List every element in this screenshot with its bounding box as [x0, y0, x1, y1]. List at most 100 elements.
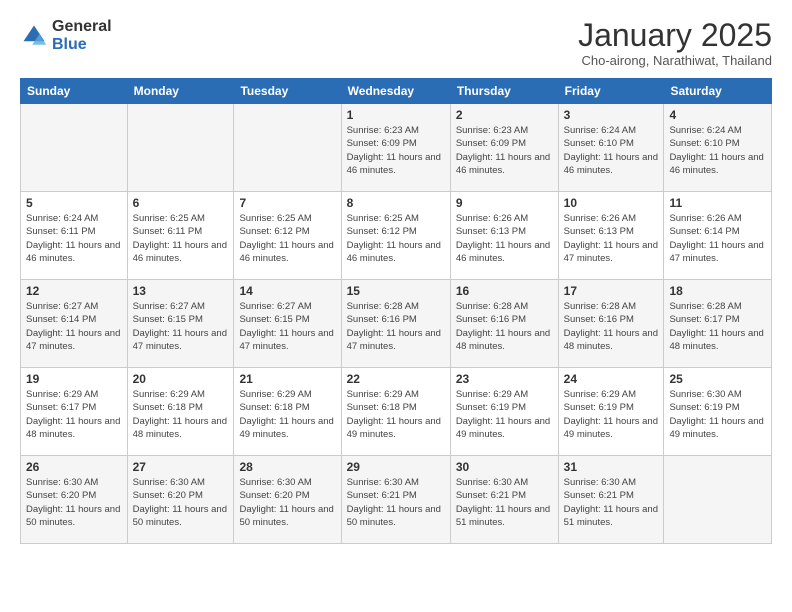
calendar-week-1: 1 Sunrise: 6:23 AM Sunset: 6:09 PM Daylig…	[21, 104, 772, 192]
day-number: 1	[347, 108, 445, 122]
calendar-cell: 13 Sunrise: 6:27 AM Sunset: 6:15 PM Dayli…	[127, 280, 234, 368]
calendar-cell: 7 Sunrise: 6:25 AM Sunset: 6:12 PM Daylig…	[234, 192, 341, 280]
col-saturday: Saturday	[664, 79, 772, 104]
logo-icon	[20, 22, 48, 50]
calendar-cell: 1 Sunrise: 6:23 AM Sunset: 6:09 PM Daylig…	[341, 104, 450, 192]
day-number: 26	[26, 460, 122, 474]
calendar-cell: 3 Sunrise: 6:24 AM Sunset: 6:10 PM Daylig…	[558, 104, 664, 192]
calendar-cell: 2 Sunrise: 6:23 AM Sunset: 6:09 PM Daylig…	[450, 104, 558, 192]
calendar-cell	[234, 104, 341, 192]
calendar-cell: 31Sunrise: 6:30 AM Sunset: 6:21 PM Dayli…	[558, 456, 664, 544]
day-info: Sunrise: 6:24 AM Sunset: 6:11 PM Dayligh…	[26, 212, 122, 265]
day-info: Sunrise: 6:25 AM Sunset: 6:12 PM Dayligh…	[239, 212, 335, 265]
day-number: 30	[456, 460, 553, 474]
col-tuesday: Tuesday	[234, 79, 341, 104]
day-number: 3	[564, 108, 659, 122]
calendar-cell: 8Sunrise: 6:25 AM Sunset: 6:12 PM Daylig…	[341, 192, 450, 280]
day-info: Sunrise: 6:27 AM Sunset: 6:15 PM Dayligh…	[133, 300, 229, 353]
day-number: 28	[239, 460, 335, 474]
day-number: 4	[669, 108, 766, 122]
day-number: 8	[347, 196, 445, 210]
title-block: January 2025 Cho-airong, Narathiwat, Tha…	[578, 18, 772, 68]
day-number: 6	[133, 196, 229, 210]
day-info: Sunrise: 6:23 AM Sunset: 6:09 PM Dayligh…	[347, 124, 445, 177]
day-number: 25	[669, 372, 766, 386]
calendar-cell: 5Sunrise: 6:24 AM Sunset: 6:11 PM Daylig…	[21, 192, 128, 280]
day-info: Sunrise: 6:24 AM Sunset: 6:10 PM Dayligh…	[564, 124, 659, 177]
day-number: 15	[347, 284, 445, 298]
day-number: 14	[239, 284, 335, 298]
col-wednesday: Wednesday	[341, 79, 450, 104]
calendar-table: Sunday Monday Tuesday Wednesday Thursday…	[20, 78, 772, 544]
day-number: 16	[456, 284, 553, 298]
calendar-cell: 17 Sunrise: 6:28 AM Sunset: 6:16 PM Dayli…	[558, 280, 664, 368]
page: General Blue January 2025 Cho-airong, Na…	[0, 0, 792, 612]
calendar-cell: 6 Sunrise: 6:25 AM Sunset: 6:11 PM Daylig…	[127, 192, 234, 280]
calendar-cell: 29 Sunrise: 6:30 AM Sunset: 6:21 PM Dayli…	[341, 456, 450, 544]
day-number: 20	[133, 372, 229, 386]
day-number: 31	[564, 460, 659, 474]
day-info: Sunrise: 6:23 AM Sunset: 6:09 PM Dayligh…	[456, 124, 553, 177]
calendar-cell: 18 Sunrise: 6:28 AM Sunset: 6:17 PM Dayli…	[664, 280, 772, 368]
day-number: 2	[456, 108, 553, 122]
day-number: 19	[26, 372, 122, 386]
day-number: 13	[133, 284, 229, 298]
day-number: 18	[669, 284, 766, 298]
day-info: Sunrise: 6:26 AM Sunset: 6:13 PM Dayligh…	[564, 212, 659, 265]
calendar-cell: 4 Sunrise: 6:24 AM Sunset: 6:10 PM Daylig…	[664, 104, 772, 192]
day-number: 9	[456, 196, 553, 210]
calendar-header-row: Sunday Monday Tuesday Wednesday Thursday…	[21, 79, 772, 104]
calendar-cell	[21, 104, 128, 192]
calendar-cell: 20 Sunrise: 6:29 AM Sunset: 6:18 PM Dayli…	[127, 368, 234, 456]
calendar-cell: 22 Sunrise: 6:29 AM Sunset: 6:18 PM Dayli…	[341, 368, 450, 456]
location-subtitle: Cho-airong, Narathiwat, Thailand	[578, 53, 772, 68]
logo: General Blue	[20, 18, 112, 53]
day-info: Sunrise: 6:30 AM Sunset: 6:20 PM Dayligh…	[26, 476, 122, 529]
day-info: Sunrise: 6:30 AM Sunset: 6:19 PM Dayligh…	[669, 388, 766, 441]
day-info: Sunrise: 6:30 AM Sunset: 6:21 PM Dayligh…	[456, 476, 553, 529]
month-title: January 2025	[578, 18, 772, 53]
day-number: 29	[347, 460, 445, 474]
calendar-cell: 14 Sunrise: 6:27 AM Sunset: 6:15 PM Dayli…	[234, 280, 341, 368]
calendar-week-5: 26 Sunrise: 6:30 AM Sunset: 6:20 PM Dayli…	[21, 456, 772, 544]
col-friday: Friday	[558, 79, 664, 104]
day-info: Sunrise: 6:29 AM Sunset: 6:19 PM Dayligh…	[564, 388, 659, 441]
calendar-cell: 9 Sunrise: 6:26 AM Sunset: 6:13 PM Daylig…	[450, 192, 558, 280]
col-thursday: Thursday	[450, 79, 558, 104]
calendar-cell: 25 Sunrise: 6:30 AM Sunset: 6:19 PM Dayli…	[664, 368, 772, 456]
day-info: Sunrise: 6:27 AM Sunset: 6:15 PM Dayligh…	[239, 300, 335, 353]
day-number: 24	[564, 372, 659, 386]
logo-general: General	[52, 18, 112, 36]
day-info: Sunrise: 6:29 AM Sunset: 6:18 PM Dayligh…	[133, 388, 229, 441]
calendar-cell: 28Sunrise: 6:30 AM Sunset: 6:20 PM Dayli…	[234, 456, 341, 544]
calendar-week-4: 19 Sunrise: 6:29 AM Sunset: 6:17 PM Dayli…	[21, 368, 772, 456]
day-info: Sunrise: 6:29 AM Sunset: 6:17 PM Dayligh…	[26, 388, 122, 441]
day-number: 7	[239, 196, 335, 210]
calendar-cell: 27Sunrise: 6:30 AM Sunset: 6:20 PM Dayli…	[127, 456, 234, 544]
day-number: 23	[456, 372, 553, 386]
day-info: Sunrise: 6:30 AM Sunset: 6:21 PM Dayligh…	[347, 476, 445, 529]
day-info: Sunrise: 6:30 AM Sunset: 6:20 PM Dayligh…	[133, 476, 229, 529]
calendar-cell: 16Sunrise: 6:28 AM Sunset: 6:16 PM Dayli…	[450, 280, 558, 368]
day-info: Sunrise: 6:29 AM Sunset: 6:18 PM Dayligh…	[347, 388, 445, 441]
day-number: 17	[564, 284, 659, 298]
day-info: Sunrise: 6:24 AM Sunset: 6:10 PM Dayligh…	[669, 124, 766, 177]
calendar-cell: 11Sunrise: 6:26 AM Sunset: 6:14 PM Dayli…	[664, 192, 772, 280]
day-number: 10	[564, 196, 659, 210]
calendar-cell: 19 Sunrise: 6:29 AM Sunset: 6:17 PM Dayli…	[21, 368, 128, 456]
day-number: 22	[347, 372, 445, 386]
calendar-cell: 21Sunrise: 6:29 AM Sunset: 6:18 PM Dayli…	[234, 368, 341, 456]
calendar-cell: 24 Sunrise: 6:29 AM Sunset: 6:19 PM Dayli…	[558, 368, 664, 456]
day-info: Sunrise: 6:26 AM Sunset: 6:13 PM Dayligh…	[456, 212, 553, 265]
calendar-cell	[664, 456, 772, 544]
day-number: 11	[669, 196, 766, 210]
day-number: 21	[239, 372, 335, 386]
calendar-cell: 12Sunrise: 6:27 AM Sunset: 6:14 PM Dayli…	[21, 280, 128, 368]
logo-text: General Blue	[52, 18, 112, 53]
day-info: Sunrise: 6:28 AM Sunset: 6:17 PM Dayligh…	[669, 300, 766, 353]
day-info: Sunrise: 6:29 AM Sunset: 6:19 PM Dayligh…	[456, 388, 553, 441]
calendar-cell: 23 Sunrise: 6:29 AM Sunset: 6:19 PM Dayli…	[450, 368, 558, 456]
day-info: Sunrise: 6:28 AM Sunset: 6:16 PM Dayligh…	[564, 300, 659, 353]
col-sunday: Sunday	[21, 79, 128, 104]
day-info: Sunrise: 6:25 AM Sunset: 6:11 PM Dayligh…	[133, 212, 229, 265]
